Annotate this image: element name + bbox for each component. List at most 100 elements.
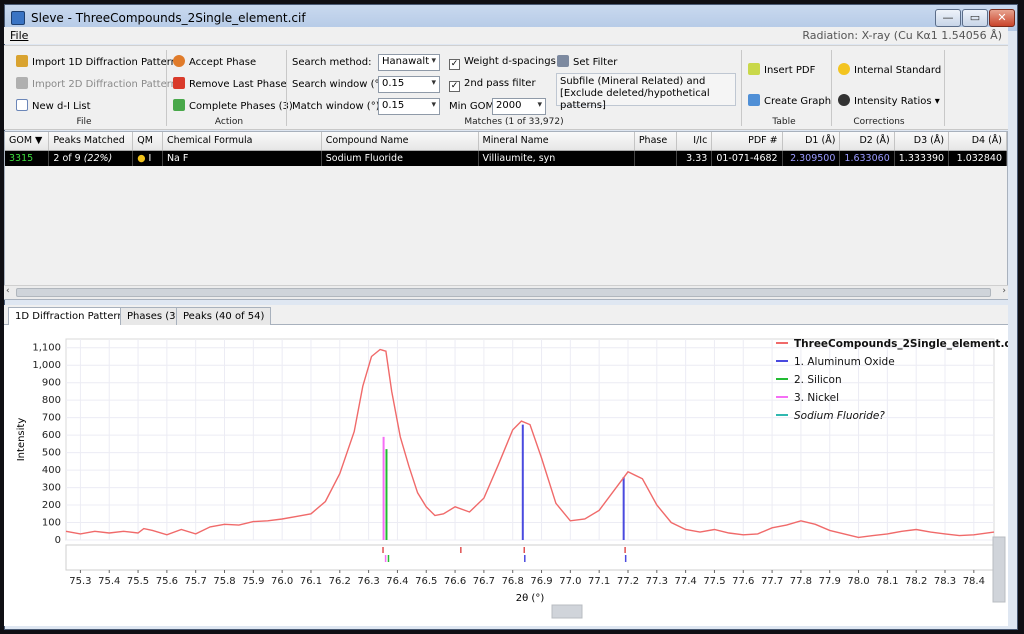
x-tick-label: 76.0 <box>271 576 293 587</box>
create-graph-button[interactable]: Create Graph <box>748 94 831 107</box>
search-window-label: Search window (°): <box>292 79 387 90</box>
matches-group-label: Matches (1 of 33,972) <box>464 117 564 127</box>
chevron-down-icon: ▾ <box>431 100 436 110</box>
cell-iic: 3.33 <box>676 150 713 166</box>
match-window-select[interactable]: 0.15 ▾ <box>378 98 440 115</box>
horizontal-scrollbar-thumb[interactable] <box>551 604 583 619</box>
x-tick-label: 77.4 <box>674 576 696 587</box>
y-axis-label: Intensity <box>16 418 27 462</box>
table-row[interactable]: 3315 2 of 9 (22%) ● I Na F Sodium Fluori… <box>5 150 1007 166</box>
min-gom-select[interactable]: 2000 ▾ <box>492 98 546 115</box>
vertical-scrollbar-thumb[interactable] <box>992 536 1006 603</box>
cell-d2: 1.633060 <box>839 150 895 166</box>
col-iic[interactable]: I/Ic <box>676 132 713 151</box>
cell-mineral: Villiaumite, syn <box>478 150 635 166</box>
intensity-ratios-button[interactable]: Intensity Ratios ▾ <box>838 94 940 107</box>
tab-1d-diffraction[interactable]: 1D Diffraction Patterns <box>8 307 136 326</box>
second-pass-filter-checkbox[interactable]: ✓ 2nd pass filter <box>449 78 536 92</box>
complete-icon <box>173 99 185 111</box>
checkbox-checked-icon: ✓ <box>449 81 460 92</box>
import-1d-button[interactable]: Import 1D Diffraction Pattern <box>16 55 177 68</box>
cell-compound: Sodium Fluoride <box>321 150 479 166</box>
chevron-right-icon[interactable]: › <box>1002 286 1006 296</box>
x-tick-label: 77.0 <box>559 576 581 587</box>
diffraction-chart[interactable]: 0 100 200 300 400 500 600 700 800 900 1,000 1,100 In… <box>4 325 1008 626</box>
x-axis-label: 2θ (°) <box>516 593 545 604</box>
x-tick-label: 76.6 <box>444 576 466 587</box>
y-tick-label: 600 <box>42 430 61 441</box>
col-peaks-matched[interactable]: Peaks Matched <box>48 132 134 151</box>
x-tick-label: 76.7 <box>473 576 495 587</box>
col-gom[interactable]: GOM ▼ <box>5 132 50 151</box>
y-tick-label: 300 <box>42 483 61 494</box>
radiation-readout: Radiation: X-ray (Cu Kα1 1.54056 Å) <box>802 29 1002 42</box>
maximize-button[interactable]: ▭ <box>962 9 988 27</box>
search-method-select[interactable]: Hanawalt ▾ <box>378 54 440 71</box>
folder-icon <box>16 77 28 89</box>
col-d1[interactable]: D1 (Å) <box>782 132 841 151</box>
x-tick-label: 75.5 <box>127 576 149 587</box>
internal-standard-button[interactable]: Internal Standard <box>838 63 941 76</box>
remove-last-phase-button[interactable]: Remove Last Phase <box>173 77 287 90</box>
scrollbar-thumb[interactable] <box>16 288 991 297</box>
cell-qm: ● I <box>132 150 163 166</box>
menu-file[interactable]: File <box>10 29 28 42</box>
file-group-label: File <box>76 117 92 127</box>
complete-phases-button[interactable]: Complete Phases (3) <box>173 99 293 112</box>
insert-icon <box>748 63 760 75</box>
set-filter-button[interactable]: Set Filter <box>557 55 617 68</box>
x-tick-label: 76.2 <box>329 576 351 587</box>
col-compound[interactable]: Compound Name <box>321 132 479 151</box>
cell-pdf: 01-071-4682 <box>711 150 783 166</box>
subfile-filter-text: Subfile (Mineral Related) and [Exclude d… <box>556 73 736 111</box>
x-tick-label: 78.3 <box>934 576 956 587</box>
col-formula[interactable]: Chemical Formula <box>162 132 322 151</box>
close-button[interactable]: ✕ <box>989 9 1015 27</box>
legend-entry: Sodium Fluoride? <box>794 410 885 422</box>
corrections-group-label: Corrections <box>853 117 905 127</box>
action-group-label: Action <box>214 117 244 127</box>
col-phase[interactable]: Phase <box>634 132 677 151</box>
col-qm[interactable]: QM <box>132 132 163 151</box>
legend-entry: 3. Nickel <box>794 392 839 404</box>
x-tick-label: 76.9 <box>530 576 552 587</box>
peak-strip <box>65 544 995 571</box>
col-mineral[interactable]: Mineral Name <box>478 132 635 151</box>
min-gom-label: Min GOM: <box>449 101 498 112</box>
chevron-left-icon[interactable]: ‹ <box>6 286 10 296</box>
x-tick-label: 75.8 <box>213 576 235 587</box>
col-d3[interactable]: D3 (Å) <box>894 132 950 151</box>
separator <box>166 50 167 126</box>
cell-gom: 3315 <box>5 150 50 166</box>
insert-pdf-button[interactable]: Insert PDF <box>748 63 815 76</box>
y-tick-label: 100 <box>42 518 61 529</box>
chevron-down-icon: ▾ <box>537 100 542 110</box>
table-header-row: GOM ▼ Peaks Matched QM Chemical Formula … <box>5 132 1007 151</box>
x-tick-label: 77.6 <box>732 576 754 587</box>
col-d2[interactable]: D2 (Å) <box>839 132 895 151</box>
results-horizontal-scrollbar[interactable]: ‹ › <box>4 285 1008 299</box>
cell-formula: Na F <box>162 150 322 166</box>
x-tick-label: 76.3 <box>357 576 379 587</box>
star-icon <box>838 63 850 75</box>
minimize-button[interactable]: — <box>935 9 961 27</box>
x-tick-label: 78.0 <box>847 576 869 587</box>
new-di-list-button[interactable]: New d-I List <box>16 99 91 112</box>
app-icon <box>11 11 25 25</box>
menu-bar: File Radiation: X-ray (Cu Kα1 1.54056 Å) <box>4 27 1008 44</box>
quality-dot-icon: ● <box>137 152 146 164</box>
chevron-down-icon: ▾ <box>431 56 436 66</box>
x-tick-label: 75.3 <box>69 576 91 587</box>
col-d4[interactable]: D4 (Å) <box>948 132 1007 151</box>
separator <box>286 50 287 126</box>
tab-peaks[interactable]: Peaks (40 of 54) <box>176 307 272 325</box>
legend-entry: 2. Silicon <box>794 374 842 386</box>
x-tick-label: 77.1 <box>588 576 610 587</box>
col-pdf[interactable]: PDF # <box>711 132 783 151</box>
search-window-select[interactable]: 0.15 ▾ <box>378 76 440 93</box>
weight-d-spacings-checkbox[interactable]: ✓ Weight d-spacings <box>449 56 556 70</box>
accept-phase-button[interactable]: Accept Phase <box>173 55 256 68</box>
x-tick-label: 75.4 <box>98 576 120 587</box>
y-tick-label: 1,100 <box>32 343 61 354</box>
gear-icon <box>838 94 850 106</box>
